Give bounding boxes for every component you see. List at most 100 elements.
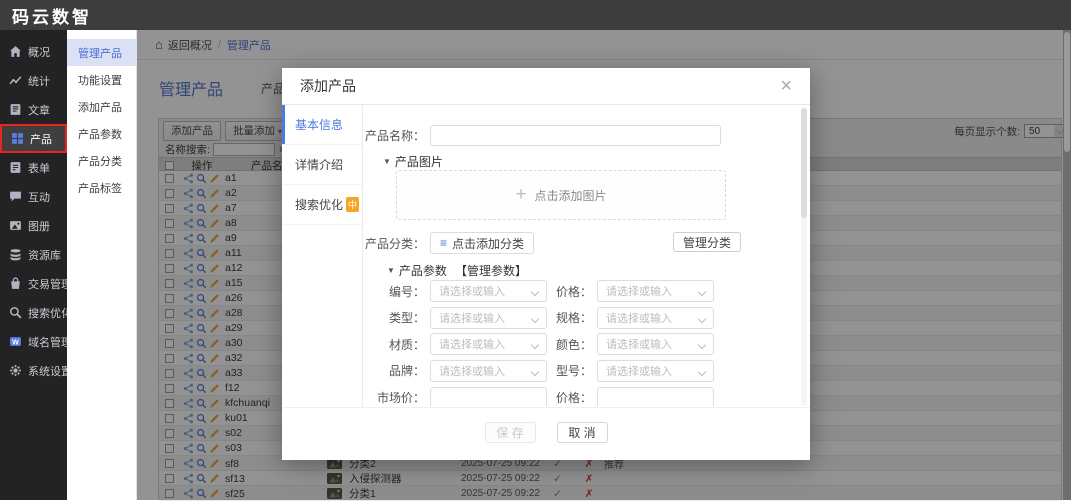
param-row: 类型： 请选择或输入 规格： 请选择或输入	[363, 307, 714, 329]
product-name-row: 产品名称：	[363, 125, 721, 146]
domain-icon: W	[9, 335, 22, 348]
modal-title: 添加产品	[300, 76, 356, 96]
subsidebar-item[interactable]: 功能设置	[67, 66, 136, 93]
sidebar-item-label: 概况	[28, 44, 50, 60]
param-row: 材质： 请选择或输入 颜色： 请选择或输入	[363, 333, 714, 355]
sidebar-item-label: 表单	[28, 160, 50, 176]
page-scrollbar[interactable]	[1063, 30, 1071, 500]
product-name-input[interactable]	[430, 125, 721, 146]
sidebar-item-seo[interactable]: 搜索优化	[0, 298, 67, 327]
modal-footer: 保 存 取 消	[282, 407, 810, 460]
param-select-left[interactable]: 请选择或输入	[430, 360, 547, 382]
seo-score-badge: 中	[346, 197, 359, 212]
manage-params-link[interactable]: 【管理参数】	[455, 262, 527, 279]
param-row: 编号： 请选择或输入 价格： 请选择或输入	[363, 280, 714, 302]
manage-category-button[interactable]: 管理分类	[673, 232, 741, 252]
param-label-right: 规格：	[547, 309, 597, 326]
gallery-icon	[9, 219, 22, 232]
chevron-down-icon	[698, 288, 706, 296]
market-price-input[interactable]	[430, 387, 547, 406]
sidebar-item-label: 图册	[28, 218, 50, 234]
svg-text:W: W	[12, 339, 19, 346]
sidebar-item-label: 产品	[30, 131, 52, 147]
param-label-left: 编号：	[363, 283, 430, 300]
sidebar-item-label: 交易管理	[28, 276, 72, 292]
price-row: 市场价： 价格：	[363, 387, 714, 406]
article-icon	[9, 103, 22, 116]
category-label: 产品分类：	[363, 235, 430, 252]
subsidebar-item[interactable]: 产品参数	[67, 120, 136, 147]
sub-sidebar: 管理产品功能设置添加产品产品参数产品分类产品标签	[67, 30, 137, 500]
param-select-right[interactable]: 请选择或输入	[597, 280, 714, 302]
modal-tab-item[interactable]: 搜索优化 中	[282, 185, 362, 225]
sidebar-item-label: 文章	[28, 102, 50, 118]
image-section-header[interactable]: ▼ 产品图片	[383, 153, 443, 170]
chat-icon	[9, 190, 22, 203]
chevron-down-icon	[698, 314, 706, 322]
sidebar-item-domain[interactable]: W 域名管理	[0, 327, 67, 356]
sidebar-item-label: 搜索优化	[28, 305, 72, 321]
subsidebar-item[interactable]: 产品分类	[67, 147, 136, 174]
param-select-right[interactable]: 请选择或输入	[597, 307, 714, 329]
chevron-down-icon	[531, 314, 539, 322]
modal-header: 添加产品 ×	[282, 68, 810, 105]
param-label-right: 价格：	[547, 283, 597, 300]
chevron-down-icon	[531, 288, 539, 296]
subsidebar-item[interactable]: 管理产品	[67, 39, 136, 66]
cancel-button[interactable]: 取 消	[557, 422, 608, 443]
form-icon	[9, 161, 22, 174]
param-row: 品牌： 请选择或输入 型号： 请选择或输入	[363, 360, 714, 382]
sidebar-item-product[interactable]: 产品	[0, 124, 67, 153]
sidebar-item-label: 系统设置	[28, 363, 72, 379]
param-select-right[interactable]: 请选择或输入	[597, 333, 714, 355]
add-product-modal: 添加产品 × 基本信息 详情介绍 搜索优化 中 产品名称： ▼ 产品图片 + 点…	[282, 68, 810, 460]
product-name-label: 产品名称：	[363, 127, 430, 144]
sidebar-item-home[interactable]: 概况	[0, 37, 67, 66]
category-row: 产品分类： ≡ 点击添加分类	[363, 232, 534, 254]
top-header: 码云数智	[0, 0, 1071, 30]
add-category-button[interactable]: ≡ 点击添加分类	[430, 232, 534, 254]
modal-tab-item[interactable]: 详情介绍	[282, 145, 362, 185]
param-label-left: 类型：	[363, 309, 430, 326]
subsidebar-item[interactable]: 添加产品	[67, 93, 136, 120]
modal-scrollbar[interactable]	[801, 108, 807, 406]
sidebar-item-article[interactable]: 文章	[0, 95, 67, 124]
subsidebar-item[interactable]: 产品标签	[67, 174, 136, 201]
sidebar-item-library[interactable]: 资源库	[0, 240, 67, 269]
sidebar-item-settings[interactable]: 系统设置	[0, 356, 67, 385]
trade-icon	[9, 277, 22, 290]
chevron-down-icon	[531, 341, 539, 349]
sidebar-item-trade[interactable]: 交易管理	[0, 269, 67, 298]
param-select-left[interactable]: 请选择或输入	[430, 280, 547, 302]
home-icon	[9, 45, 22, 58]
add-image-dropzone[interactable]: + 点击添加图片	[396, 170, 726, 220]
price-label: 价格：	[547, 389, 597, 406]
seo-icon	[9, 306, 22, 319]
modal-scrollbar-thumb[interactable]	[801, 108, 807, 218]
sidebar-item-stats[interactable]: 统计	[0, 66, 67, 95]
settings-icon	[9, 364, 22, 377]
param-label-left: 品牌：	[363, 362, 430, 379]
close-icon[interactable]: ×	[780, 76, 792, 96]
market-price-label: 市场价：	[363, 389, 430, 406]
modal-tab-active[interactable]: 基本信息	[282, 105, 362, 145]
param-label-right: 型号：	[547, 362, 597, 379]
sidebar-item-label: 统计	[28, 73, 50, 89]
sidebar-item-form[interactable]: 表单	[0, 153, 67, 182]
stats-icon	[9, 74, 22, 87]
scrollbar-thumb[interactable]	[1064, 32, 1070, 152]
chevron-down-icon	[698, 367, 706, 375]
sidebar-item-label: 互动	[28, 189, 50, 205]
chevron-down-icon	[698, 341, 706, 349]
collapse-caret-icon: ▼	[383, 157, 391, 166]
sidebar-item-gallery[interactable]: 图册	[0, 211, 67, 240]
param-select-left[interactable]: 请选择或输入	[430, 333, 547, 355]
sidebar-item-chat[interactable]: 互动	[0, 182, 67, 211]
price-input[interactable]	[597, 387, 714, 406]
param-select-right[interactable]: 请选择或输入	[597, 360, 714, 382]
save-button[interactable]: 保 存	[485, 422, 536, 443]
sidebar-item-label: 域名管理	[28, 334, 72, 350]
param-select-left[interactable]: 请选择或输入	[430, 307, 547, 329]
params-section-header[interactable]: ▼ 产品参数 【管理参数】	[387, 262, 527, 279]
plus-icon: +	[515, 184, 526, 206]
